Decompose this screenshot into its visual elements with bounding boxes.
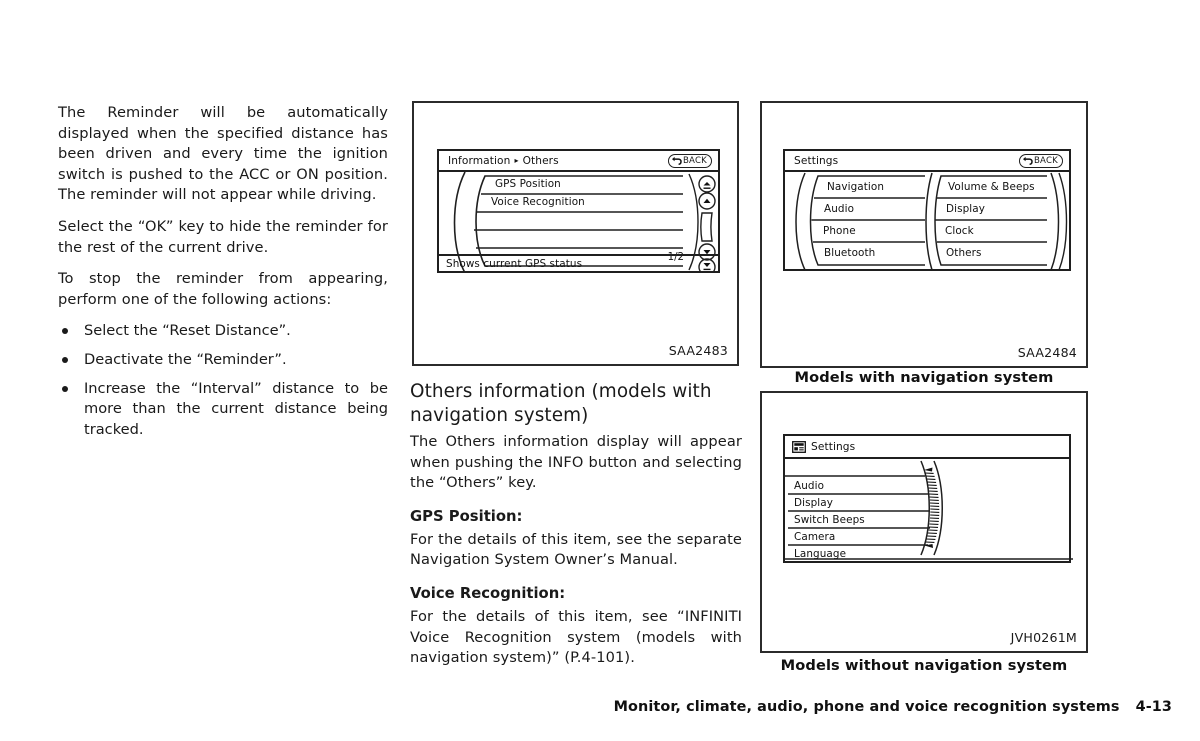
page-footer: Monitor, climate, audio, phone and voice… [0, 699, 1200, 715]
figure-code: SAA2484 [1017, 345, 1077, 360]
settings-item-navigation[interactable]: Navigation [827, 181, 884, 193]
list-item-label: Select the “Reset Distance”. [84, 322, 291, 340]
breadcrumb-root: Information [448, 154, 511, 167]
figure-settings-with-navigation: Settings BACK Navigation Audio Phone Blu… [760, 101, 1088, 368]
settings-item-language[interactable]: Language [794, 548, 846, 560]
paragraph-stop-reminder: To stop the reminder from appearing, per… [58, 270, 388, 308]
list-item-label: Deactivate the “Reminder”. [84, 350, 287, 368]
middle-text-column: Others information (models with navigati… [410, 380, 742, 669]
bullet-dot-icon [62, 328, 68, 335]
settings-item-phone[interactable]: Phone [823, 225, 856, 237]
settings-item-clock[interactable]: Clock [945, 225, 974, 237]
breadcrumb: Information ▸ Others [448, 155, 559, 167]
audio-screen-settings: Settings Audio Display Switch Beeps Came… [783, 434, 1073, 563]
figure-caption-with-navigation: Models with navigation system [794, 369, 1054, 386]
breadcrumb-separator-icon: ▸ [514, 156, 519, 165]
settings-item-display[interactable]: Display [794, 497, 833, 509]
settings-grid: Navigation Audio Phone Bluetooth Volume … [785, 172, 1069, 271]
list-item-voice-recognition[interactable]: Voice Recognition [491, 196, 585, 208]
list-item: Select the “Reset Distance”. [58, 321, 388, 342]
screen-header: Settings [785, 436, 1069, 459]
list-item: Increase the “Interval” distance to be m… [58, 379, 388, 441]
paragraph-others-intro: The Others information display will appe… [410, 433, 742, 492]
paragraph-reminder-display: The Reminder will be automatically displ… [58, 104, 388, 204]
back-button[interactable]: BACK [667, 154, 712, 168]
screen-header: Settings BACK [785, 151, 1069, 172]
subsection-body-voice-recognition: For the details of this item, see “INFIN… [410, 607, 742, 667]
back-button-label: BACK [1033, 155, 1058, 166]
page-number: 4-13 [1135, 699, 1172, 715]
subsection-body-gps-position: For the details of this item, see the se… [410, 530, 742, 569]
list-item-gps-position[interactable]: GPS Position [495, 178, 561, 190]
subsection-heading-gps-position: GPS Position: [410, 507, 523, 525]
back-arrow-icon [1022, 156, 1033, 165]
settings-item-audio[interactable]: Audio [824, 203, 854, 215]
back-arrow-icon [671, 156, 682, 165]
bullet-list-actions: Select the “Reset Distance”. Deactivate … [58, 321, 388, 440]
settings-item-volume-beeps[interactable]: Volume & Beeps [948, 181, 1035, 193]
bullet-dot-icon [62, 356, 68, 363]
settings-item-switch-beeps[interactable]: Switch Beeps [794, 514, 865, 526]
settings-item-bluetooth[interactable]: Bluetooth [824, 247, 875, 259]
page-title: Settings [811, 440, 856, 453]
settings-item-audio[interactable]: Audio [794, 480, 824, 492]
section-title: Others information (models with navigati… [410, 381, 712, 426]
settings-item-display[interactable]: Display [946, 203, 985, 215]
settings-item-others[interactable]: Others [946, 247, 982, 259]
paragraph-ok-key: Select the “OK” key to hide the reminder… [58, 217, 388, 256]
nav-screen-others: Information ▸ Others BACK GPS Position V… [437, 149, 720, 273]
figure-code: JVH0261M [1010, 630, 1077, 645]
left-text-column: The Reminder will be automatically displ… [58, 103, 388, 448]
figure-code: SAA2483 [668, 343, 728, 358]
bullet-dot-icon [62, 385, 68, 392]
list-item: Deactivate the “Reminder”. [58, 350, 388, 371]
breadcrumb-leaf: Others [522, 154, 559, 167]
page-title: Settings [794, 154, 839, 167]
nav-screen-settings: Settings BACK Navigation Audio Phone Blu… [783, 149, 1071, 271]
list-item-label: Increase the “Interval” distance to be m… [84, 379, 388, 438]
settings-item-camera[interactable]: Camera [794, 531, 835, 543]
status-text: Shows current GPS status [446, 257, 583, 270]
display-settings-icon [792, 440, 806, 453]
back-button[interactable]: BACK [1018, 154, 1063, 168]
settings-list: Audio Display Switch Beeps Camera Langua… [785, 459, 1073, 563]
screen-header: Information ▸ Others BACK [439, 151, 718, 172]
figure-caption-without-navigation: Models without navigation system [780, 657, 1068, 674]
back-button-label: BACK [682, 155, 707, 166]
footer-chapter-title: Monitor, climate, audio, phone and voice… [613, 699, 1120, 715]
figure-others-information-screen: Information ▸ Others BACK GPS Position V… [412, 101, 739, 366]
status-bar: Shows current GPS status [439, 254, 718, 271]
subsection-heading-voice-recognition: Voice Recognition: [410, 584, 566, 602]
figure-settings-without-navigation: Settings Audio Display Switch Beeps Came… [760, 391, 1088, 653]
